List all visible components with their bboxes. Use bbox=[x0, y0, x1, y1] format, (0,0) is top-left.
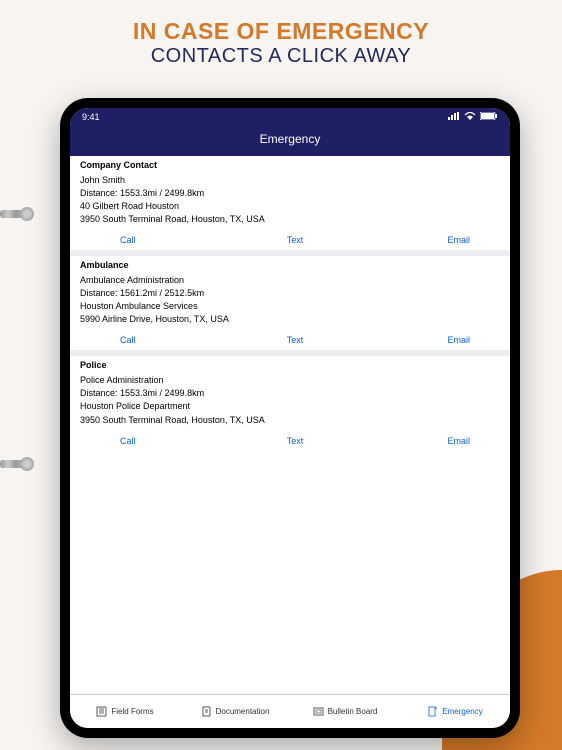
contact-section-company: Company Contact John Smith Distance: 155… bbox=[70, 156, 510, 250]
contact-name: Police Administration bbox=[80, 374, 500, 387]
contact-section-police: Police Police Administration Distance: 1… bbox=[70, 356, 510, 450]
status-bar: 9:41 bbox=[70, 108, 510, 126]
action-row: Call Text Email bbox=[70, 230, 510, 250]
tablet-screen: 9:41 Emergency Company Contact John bbox=[70, 108, 510, 728]
contact-name: John Smith bbox=[80, 174, 500, 187]
contact-address: 5990 Airline Drive, Houston, TX, USA bbox=[80, 313, 500, 326]
contact-distance: Distance: 1553.3mi / 2499.8km bbox=[80, 187, 500, 200]
bottom-nav: Field Forms Documentation Bulletin Board… bbox=[70, 694, 510, 728]
decorative-screw bbox=[0, 460, 26, 468]
marketing-line1: IN CASE OF EMERGENCY bbox=[0, 18, 562, 45]
call-button[interactable]: Call bbox=[80, 335, 237, 345]
contact-org: Houston Ambulance Services bbox=[80, 300, 500, 313]
tab-emergency[interactable]: Emergency bbox=[400, 695, 510, 728]
board-icon bbox=[313, 706, 324, 717]
nav-header: Emergency bbox=[70, 126, 510, 156]
call-button[interactable]: Call bbox=[80, 235, 237, 245]
contact-name: Ambulance Administration bbox=[80, 274, 500, 287]
wifi-icon bbox=[464, 112, 476, 122]
emergency-icon bbox=[427, 706, 438, 717]
text-button[interactable]: Text bbox=[237, 436, 354, 446]
email-button[interactable]: Email bbox=[353, 335, 500, 345]
contact-section-ambulance: Ambulance Ambulance Administration Dista… bbox=[70, 256, 510, 350]
tab-label: Emergency bbox=[442, 707, 482, 716]
page-title: Emergency bbox=[260, 132, 321, 146]
form-icon bbox=[96, 706, 107, 717]
tab-label: Field Forms bbox=[111, 707, 153, 716]
section-title: Police bbox=[70, 356, 510, 372]
marketing-header: IN CASE OF EMERGENCY CONTACTS A CLICK AW… bbox=[0, 0, 562, 78]
contact-distance: Distance: 1553.3mi / 2499.8km bbox=[80, 387, 500, 400]
document-icon bbox=[201, 706, 212, 717]
email-button[interactable]: Email bbox=[353, 235, 500, 245]
contact-address: 3950 South Terminal Road, Houston, TX, U… bbox=[80, 213, 500, 226]
status-indicators bbox=[448, 112, 498, 122]
section-title: Company Contact bbox=[70, 156, 510, 172]
text-button[interactable]: Text bbox=[237, 235, 354, 245]
contact-distance: Distance: 1561.2mi / 2512.5km bbox=[80, 287, 500, 300]
status-time: 9:41 bbox=[82, 112, 100, 122]
decorative-screw bbox=[0, 210, 26, 218]
contact-address: 3950 South Terminal Road, Houston, TX, U… bbox=[80, 414, 500, 427]
tab-label: Bulletin Board bbox=[328, 707, 378, 716]
tablet-frame: 9:41 Emergency Company Contact John bbox=[60, 98, 520, 738]
contact-org: 40 Gilbert Road Houston bbox=[80, 200, 500, 213]
section-body: Ambulance Administration Distance: 1561.… bbox=[70, 272, 510, 330]
contact-org: Houston Police Department bbox=[80, 400, 500, 413]
email-button[interactable]: Email bbox=[353, 436, 500, 446]
section-body: Police Administration Distance: 1553.3mi… bbox=[70, 372, 510, 430]
tab-bulletin-board[interactable]: Bulletin Board bbox=[290, 695, 400, 728]
action-row: Call Text Email bbox=[70, 330, 510, 350]
signal-icon bbox=[448, 112, 460, 122]
call-button[interactable]: Call bbox=[80, 436, 237, 446]
battery-icon bbox=[480, 112, 498, 122]
section-title: Ambulance bbox=[70, 256, 510, 272]
action-row: Call Text Email bbox=[70, 431, 510, 451]
tab-field-forms[interactable]: Field Forms bbox=[70, 695, 180, 728]
section-body: John Smith Distance: 1553.3mi / 2499.8km… bbox=[70, 172, 510, 230]
text-button[interactable]: Text bbox=[237, 335, 354, 345]
tab-label: Documentation bbox=[216, 707, 270, 716]
content-area[interactable]: Company Contact John Smith Distance: 155… bbox=[70, 156, 510, 694]
tab-documentation[interactable]: Documentation bbox=[180, 695, 290, 728]
marketing-line2: CONTACTS A CLICK AWAY bbox=[0, 45, 562, 68]
